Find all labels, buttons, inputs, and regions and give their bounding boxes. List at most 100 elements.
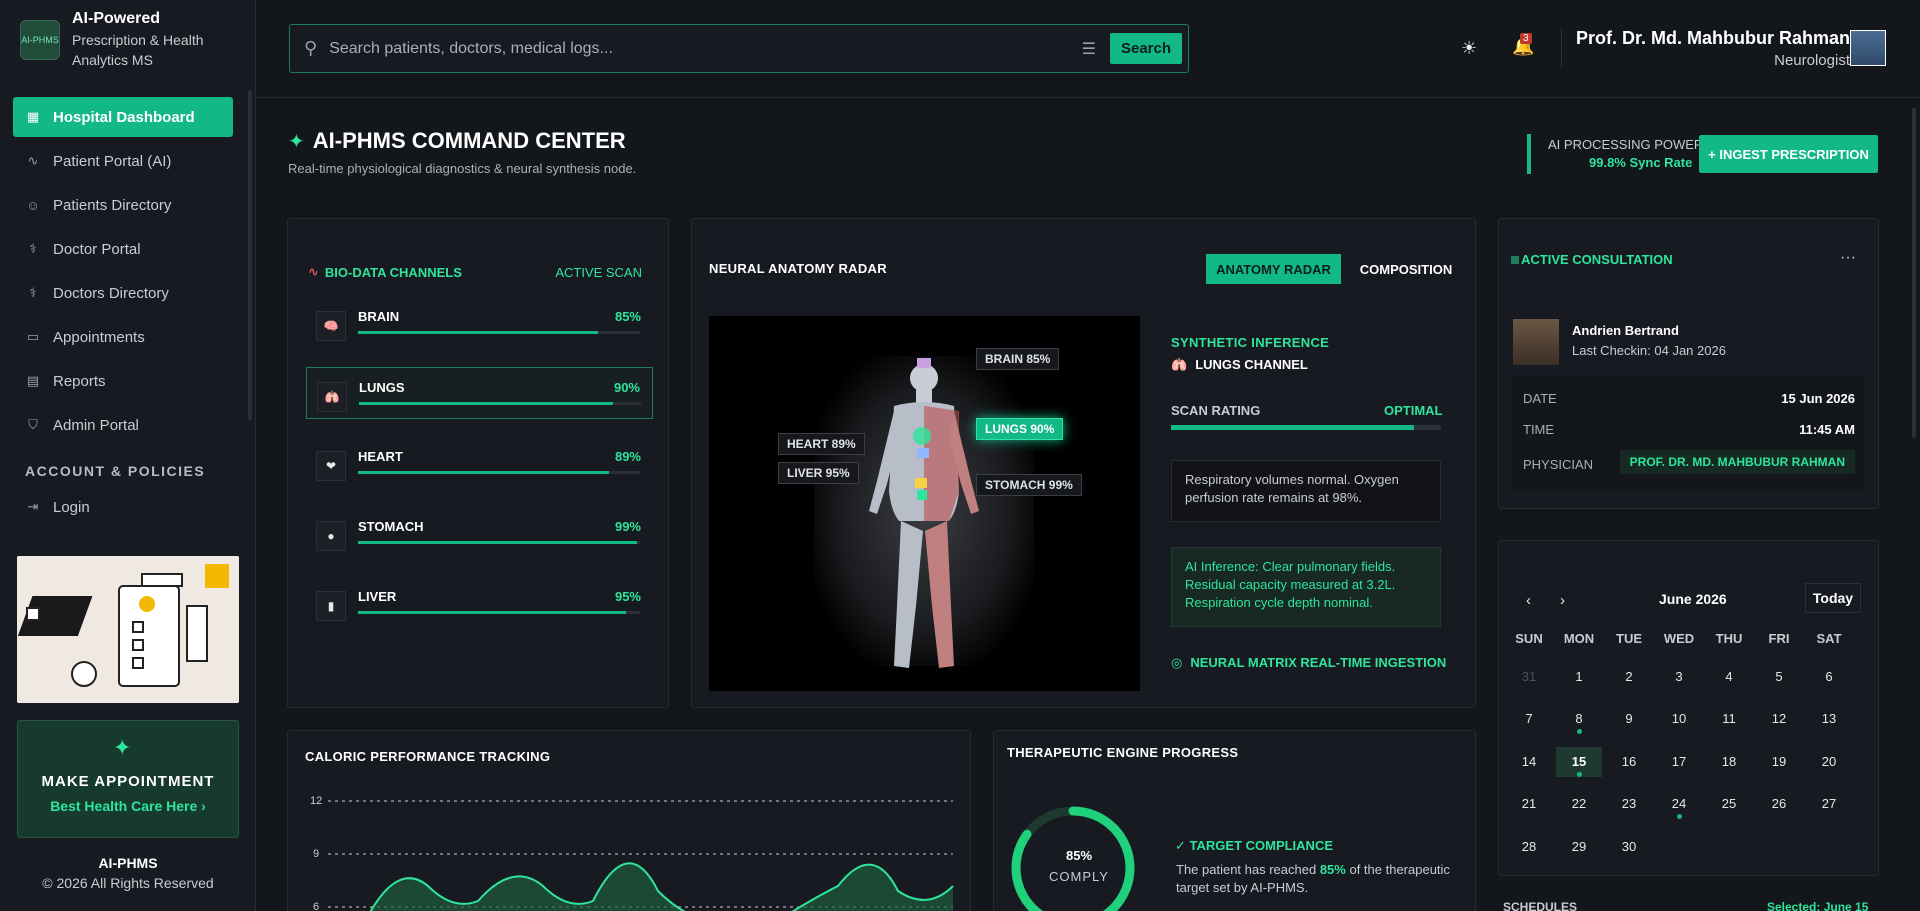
tag-heart[interactable]: HEART 89%: [778, 433, 865, 455]
calendar-day[interactable]: 22: [1556, 789, 1602, 819]
tag-stomach[interactable]: STOMACH 99%: [976, 474, 1082, 496]
calendar-day[interactable]: 2: [1606, 662, 1652, 692]
calendar-day[interactable]: 7: [1506, 704, 1552, 734]
calendar-day[interactable]: 11: [1706, 704, 1752, 734]
ingest-prescription-button[interactable]: + INGEST PRESCRIPTION: [1699, 135, 1878, 173]
calendar-day[interactable]: 20: [1806, 747, 1852, 777]
sidebar-item-label: Patients Directory: [53, 196, 172, 214]
sidebar-item-doctors-directory[interactable]: ⚕ Doctors Directory: [13, 273, 233, 313]
organ-bar-fill: [358, 471, 609, 474]
chevron-right-icon[interactable]: ›: [1560, 592, 1565, 609]
calendar-panel: ‹ › June 2026 Today SUN MON TUE WED THU FRI SA…: [1498, 540, 1879, 876]
calendar-day[interactable]: 3: [1656, 662, 1702, 692]
organ-value: 85%: [614, 309, 641, 324]
calendar-day[interactable]: 1: [1556, 662, 1602, 692]
tag-lungs[interactable]: LUNGS 90%: [976, 418, 1064, 440]
calendar-day[interactable]: 16: [1606, 747, 1652, 777]
page-subtitle: Real-time physiological diagnostics & ne…: [288, 161, 637, 176]
organ-icon: 🧠: [316, 311, 346, 341]
calendar-day[interactable]: 14: [1506, 747, 1552, 777]
organ-row-lungs[interactable]: 🫁 LUNGS 90%: [306, 367, 653, 419]
lungs-icon: 🫁: [1171, 357, 1188, 372]
tag-brain[interactable]: BRAIN 85%: [976, 348, 1060, 370]
detail-key: PHYSICIAN: [1523, 457, 1594, 472]
make-appointment-card[interactable]: ✦ MAKE APPOINTMENT Best Health Care Here…: [17, 720, 239, 838]
organ-row-heart[interactable]: ❤ HEART 89%: [306, 437, 653, 489]
calendar-day[interactable]: 19: [1756, 747, 1802, 777]
calendar-day[interactable]: 18: [1706, 747, 1752, 777]
search-button[interactable]: Search: [1110, 33, 1182, 64]
appointment-link[interactable]: Best Health Care Here ›: [18, 798, 238, 814]
calendar-day[interactable]: 13: [1806, 704, 1852, 734]
appointment-link-label: Best Health Care Here: [50, 798, 198, 814]
calendar-day[interactable]: 29: [1556, 832, 1602, 862]
detail-key: TIME: [1523, 422, 1555, 437]
calendar-month: June 2026: [1659, 591, 1727, 607]
anatomy-viewer[interactable]: BRAIN 85% LUNGS 90% HEART 89% LIVER 95% …: [709, 316, 1140, 691]
sidebar-item-reports[interactable]: ▤ Reports: [13, 361, 233, 401]
active-scan-status: ACTIVE SCAN: [555, 265, 642, 280]
calendar-day[interactable]: 8: [1556, 704, 1602, 734]
calendar-day[interactable]: 28: [1506, 832, 1552, 862]
sidebar-item-patients-directory[interactable]: ☺ Patients Directory: [13, 185, 233, 225]
weekday-fri: FRI: [1768, 631, 1790, 646]
tab-composition[interactable]: COMPOSITION: [1351, 254, 1461, 284]
today-button[interactable]: Today: [1805, 583, 1861, 613]
calendar-day[interactable]: 30: [1606, 832, 1652, 862]
calendar-day[interactable]: 4: [1706, 662, 1752, 692]
calendar-day[interactable]: 26: [1756, 789, 1802, 819]
organ-row-brain[interactable]: 🧠 BRAIN 85%: [306, 297, 653, 349]
footer-copyright: © 2026 All Rights Reserved: [42, 875, 214, 891]
sidebar-item-login[interactable]: ⇥ Login: [13, 487, 233, 527]
calendar-day[interactable]: 10: [1656, 704, 1702, 734]
sidebar-item-patient-portal[interactable]: ∿ Patient Portal (AI): [13, 141, 233, 181]
sidebar-item-admin-portal[interactable]: ⛉ Admin Portal: [13, 405, 233, 445]
inference-note: Respiratory volumes normal. Oxygen perfu…: [1171, 460, 1441, 522]
sidebar-scrollbar[interactable]: [248, 90, 252, 420]
calendar-day[interactable]: 23: [1606, 789, 1652, 819]
calendar-day[interactable]: 12: [1756, 704, 1802, 734]
more-options-icon[interactable]: ···: [1840, 249, 1856, 267]
user-name[interactable]: Prof. Dr. Md. Mahbubur Rahman: [1576, 28, 1850, 49]
sidebar-item-doctor-portal[interactable]: ⚕ Doctor Portal: [13, 229, 233, 269]
tag-liver[interactable]: LIVER 95%: [778, 462, 859, 484]
neural-anatomy-panel: NEURAL ANATOMY RADAR ANATOMY RADAR COMPO…: [691, 218, 1476, 708]
patient-name[interactable]: Andrien Bertrand: [1572, 323, 1679, 338]
search-input[interactable]: [329, 39, 1082, 58]
calendar-day[interactable]: 9: [1606, 704, 1652, 734]
calendar-day[interactable]: 24: [1656, 789, 1702, 819]
calendar-day[interactable]: 6: [1806, 662, 1852, 692]
check-circle-icon: ✓: [1175, 838, 1186, 853]
compliance-label: COMPLY: [1049, 869, 1109, 884]
calendar-day[interactable]: 21: [1506, 789, 1552, 819]
main-scrollbar[interactable]: [1912, 108, 1916, 438]
filter-icon[interactable]: ☰: [1082, 39, 1096, 59]
theme-toggle-icon[interactable]: ☀: [1461, 38, 1477, 59]
brand[interactable]: AI-PHMS AI-Powered Prescription & Health…: [20, 10, 204, 70]
calendar-day[interactable]: 15: [1556, 747, 1602, 777]
organ-name: LUNGS: [359, 380, 405, 395]
organ-name: LIVER: [358, 589, 397, 604]
calendar-day[interactable]: 25: [1706, 789, 1752, 819]
calendar-day[interactable]: 27: [1806, 789, 1852, 819]
sidebar-item-label: Reports: [53, 372, 106, 390]
sidebar-item-appointments[interactable]: ▭ Appointments: [13, 317, 233, 357]
sidebar-item-label: Admin Portal: [53, 416, 139, 434]
caloric-title: CALORIC PERFORMANCE TRACKING: [305, 749, 551, 764]
tab-anatomy-radar[interactable]: ANATOMY RADAR: [1206, 254, 1341, 284]
calendar-day[interactable]: 17: [1656, 747, 1702, 777]
inference-title: SYNTHETIC INFERENCE: [1171, 335, 1330, 350]
neural-ingestion-status: ◎ NEURAL MATRIX REAL-TIME INGESTION: [1171, 655, 1446, 671]
organ-bar: [358, 331, 640, 334]
chevron-left-icon[interactable]: ‹: [1526, 592, 1531, 609]
sidebar-item-hospital-dashboard[interactable]: ▦ Hospital Dashboard: [13, 97, 233, 137]
target-compliance-title: ✓ TARGET COMPLIANCE: [1175, 838, 1333, 854]
avatar[interactable]: [1850, 30, 1886, 66]
organ-row-stomach[interactable]: ● STOMACH 99%: [306, 507, 653, 559]
schedules-heading: SCHEDULES: [1503, 900, 1578, 911]
organ-row-liver[interactable]: ▮ LIVER 95%: [306, 577, 653, 629]
calendar-day[interactable]: 5: [1756, 662, 1802, 692]
detail-key: DATE: [1523, 391, 1557, 406]
calendar-day[interactable]: 31: [1506, 662, 1552, 692]
sidebar-item-label: Doctor Portal: [53, 240, 141, 258]
